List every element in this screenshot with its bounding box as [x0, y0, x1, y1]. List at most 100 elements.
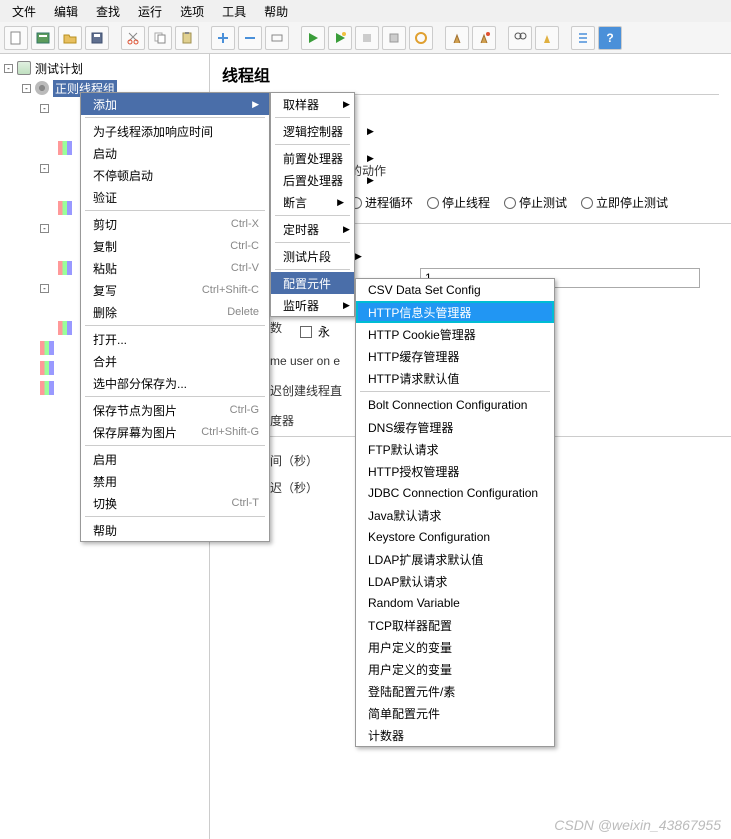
- menu-tools[interactable]: 工具: [214, 1, 254, 22]
- shutdown-icon[interactable]: [382, 26, 406, 50]
- menu-item[interactable]: 粘贴Ctrl-V: [81, 257, 269, 279]
- toggle-icon[interactable]: -: [40, 284, 49, 293]
- menu-search[interactable]: 查找: [88, 1, 128, 22]
- menu-item[interactable]: 添加▶: [81, 93, 269, 115]
- menu-item[interactable]: CSV Data Set Config: [356, 279, 554, 301]
- menu-item[interactable]: 登陆配置元件/素: [356, 680, 554, 702]
- toggle-icon[interactable]: -: [40, 164, 49, 173]
- menu-item[interactable]: 启用: [81, 448, 269, 470]
- listener-icon: [40, 361, 54, 375]
- label-frag: me user on e: [270, 354, 340, 368]
- menu-item[interactable]: 定时器▶: [271, 218, 354, 240]
- menu-item[interactable]: 简单配置元件: [356, 702, 554, 724]
- radio-stopthread[interactable]: 停止线程: [427, 194, 490, 211]
- tree-label: 测试计划: [35, 60, 83, 77]
- label-frag: 数: [270, 319, 282, 336]
- search-icon[interactable]: [508, 26, 532, 50]
- menu-item[interactable]: 后置处理器▶: [271, 169, 354, 191]
- menu-item[interactable]: 选中部分保存为...: [81, 372, 269, 394]
- label-frag: 迟创建线程直: [270, 382, 342, 399]
- function-icon[interactable]: [535, 26, 559, 50]
- menu-item[interactable]: Keystore Configuration: [356, 526, 554, 548]
- menu-item[interactable]: 用户定义的变量: [356, 658, 554, 680]
- menu-item[interactable]: 帮助: [81, 519, 269, 541]
- menu-item[interactable]: JDBC Connection Configuration: [356, 482, 554, 504]
- menu-item[interactable]: HTTP缓存管理器: [356, 345, 554, 367]
- copy-icon[interactable]: [148, 26, 172, 50]
- menu-item[interactable]: HTTP Cookie管理器: [356, 323, 554, 345]
- start-icon[interactable]: [301, 26, 325, 50]
- menu-item[interactable]: LDAP默认请求: [356, 570, 554, 592]
- open-icon[interactable]: [58, 26, 82, 50]
- menu-item[interactable]: DNS缓存管理器: [356, 416, 554, 438]
- save-icon[interactable]: [85, 26, 109, 50]
- help-icon[interactable]: ?: [598, 26, 622, 50]
- sampler-icon: [58, 241, 72, 255]
- submenu-add: 取样器▶ 逻辑控制器▶ 前置处理器▶后置处理器▶断言▶ 定时器▶ 测试片段▶ 配置元件▶监…: [270, 92, 355, 317]
- menu-item[interactable]: FTP默认请求: [356, 438, 554, 460]
- menu-item[interactable]: Java默认请求: [356, 504, 554, 526]
- toggle-icon[interactable]: -: [22, 84, 31, 93]
- radio-group: 进程循环 停止线程 停止测试 立即停止测试: [350, 194, 668, 211]
- start-notimers-icon[interactable]: [328, 26, 352, 50]
- sampler-icon: [58, 181, 72, 195]
- radio-loop[interactable]: 进程循环: [350, 194, 413, 211]
- paste-icon[interactable]: [175, 26, 199, 50]
- menu-item[interactable]: 取样器▶: [271, 93, 354, 115]
- clear-icon[interactable]: [409, 26, 433, 50]
- menu-file[interactable]: 文件: [4, 1, 44, 22]
- menu-item[interactable]: 测试片段▶: [271, 245, 354, 267]
- clear-all-icon[interactable]: [445, 26, 469, 50]
- cut-icon[interactable]: [121, 26, 145, 50]
- menu-item[interactable]: 配置元件▶: [271, 272, 354, 294]
- collapse-icon[interactable]: [238, 26, 262, 50]
- menu-item[interactable]: 监听器▶: [271, 294, 354, 316]
- templates-icon[interactable]: [31, 26, 55, 50]
- tree-root[interactable]: - 测试计划: [4, 58, 205, 78]
- menu-item[interactable]: 不停顿启动: [81, 164, 269, 186]
- toggle-icon[interactable]: -: [4, 64, 13, 73]
- menu-item[interactable]: 验证: [81, 186, 269, 208]
- menu-item[interactable]: 复制Ctrl-C: [81, 235, 269, 257]
- menu-item[interactable]: HTTP信息头管理器: [356, 301, 554, 323]
- menu-item[interactable]: 计数器: [356, 724, 554, 746]
- radio-stoptest[interactable]: 停止测试: [504, 194, 567, 211]
- menu-item[interactable]: 禁用: [81, 470, 269, 492]
- menu-item[interactable]: 切换Ctrl-T: [81, 492, 269, 514]
- toggle-icon[interactable]: -: [40, 224, 49, 233]
- menu-item[interactable]: 合并: [81, 350, 269, 372]
- toggle-icon[interactable]: -: [40, 104, 49, 113]
- menu-item[interactable]: 保存节点为图片Ctrl-G: [81, 399, 269, 421]
- clear-all2-icon[interactable]: [472, 26, 496, 50]
- sampler-icon: [53, 281, 67, 295]
- menu-item[interactable]: 删除Delete: [81, 301, 269, 323]
- label-frag: 永: [318, 323, 330, 340]
- expand-icon[interactable]: [211, 26, 235, 50]
- menu-item[interactable]: 启动: [81, 142, 269, 164]
- menu-item[interactable]: Random Variable: [356, 592, 554, 614]
- radio-stopnow[interactable]: 立即停止测试: [581, 194, 668, 211]
- menu-options[interactable]: 选项: [172, 1, 212, 22]
- menu-item[interactable]: 为子线程添加响应时间: [81, 120, 269, 142]
- menu-item[interactable]: HTTP请求默认值: [356, 367, 554, 389]
- menu-item[interactable]: 逻辑控制器▶: [271, 120, 354, 142]
- stop-icon[interactable]: [355, 26, 379, 50]
- list-icon[interactable]: [571, 26, 595, 50]
- toggle-icon[interactable]: [265, 26, 289, 50]
- new-icon[interactable]: [4, 26, 28, 50]
- menu-item[interactable]: 用户定义的变量: [356, 636, 554, 658]
- menu-run[interactable]: 运行: [130, 1, 170, 22]
- menu-help[interactable]: 帮助: [256, 1, 296, 22]
- menu-item[interactable]: Bolt Connection Configuration: [356, 394, 554, 416]
- menu-item[interactable]: 复写Ctrl+Shift-C: [81, 279, 269, 301]
- menu-item[interactable]: 剪切Ctrl-X: [81, 213, 269, 235]
- menu-item[interactable]: 断言▶: [271, 191, 354, 213]
- forever-checkbox[interactable]: [300, 326, 312, 338]
- menu-edit[interactable]: 编辑: [46, 1, 86, 22]
- menu-item[interactable]: TCP取样器配置: [356, 614, 554, 636]
- menu-item[interactable]: 前置处理器▶: [271, 147, 354, 169]
- menu-item[interactable]: LDAP扩展请求默认值: [356, 548, 554, 570]
- menu-item[interactable]: HTTP授权管理器: [356, 460, 554, 482]
- menu-item[interactable]: 保存屏幕为图片Ctrl+Shift-G: [81, 421, 269, 443]
- menu-item[interactable]: 打开...: [81, 328, 269, 350]
